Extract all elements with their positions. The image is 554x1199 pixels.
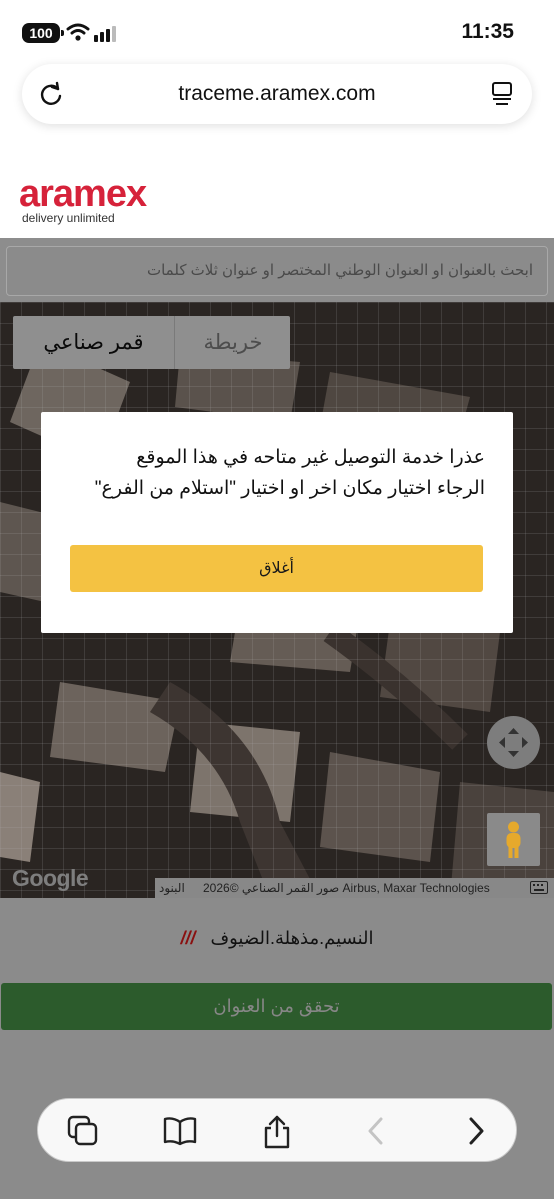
map-attribution: البنود صور القمر الصناعي ©2026 Airbus, M… xyxy=(155,878,554,898)
three-word-address: /// النسيم.مذهلة.الضيوف xyxy=(0,928,554,949)
address-search-input[interactable]: ابحث بالعنوان او العنوان الوطني المختصر … xyxy=(6,246,548,296)
unavailable-dialog: عذرا خدمة التوصيل غير متاحه في هذا الموق… xyxy=(41,412,513,633)
dialog-message-line-2: الرجاء اختيار مكان اخر او اختيار "استلام… xyxy=(94,478,485,499)
move-arrows-icon xyxy=(499,728,528,757)
reader-mode-icon[interactable] xyxy=(490,81,514,107)
browser-toolbar xyxy=(37,1098,517,1162)
pegman-icon xyxy=(506,821,521,858)
imagery-credit: صور القمر الصناعي ©2026 Airbus, Maxar Te… xyxy=(203,881,490,895)
terms-link[interactable]: البنود xyxy=(159,881,185,895)
close-button[interactable]: أغلاق xyxy=(70,545,483,592)
battery-indicator: 100 xyxy=(22,23,64,43)
forward-arrow-icon[interactable] xyxy=(464,1114,488,1148)
screen: 100 11:35 traceme.aramex.com aramex deli xyxy=(0,0,554,1199)
what3words-marker: /// xyxy=(180,928,196,948)
search-placeholder: ابحث بالعنوان او العنوان الوطني المختصر … xyxy=(146,262,533,279)
cellular-signal-icon xyxy=(94,26,116,42)
aramex-logo[interactable]: aramex delivery unlimited xyxy=(19,173,147,225)
dialog-message: عذرا خدمة التوصيل غير متاحه في هذا الموق… xyxy=(55,442,485,504)
verify-address-button[interactable]: تحقق من العنوان xyxy=(1,983,552,1030)
map-view-button[interactable]: خريطة xyxy=(176,316,290,369)
tabs-icon[interactable] xyxy=(66,1114,100,1148)
status-bar: 100 11:35 xyxy=(0,0,554,64)
brand-name: aramex xyxy=(19,173,147,215)
address-bar[interactable]: traceme.aramex.com xyxy=(22,64,532,124)
back-arrow-icon[interactable] xyxy=(364,1114,388,1148)
satellite-view-button[interactable]: قمر صناعي xyxy=(13,316,175,369)
camera-control-button[interactable] xyxy=(487,716,540,769)
bookmarks-icon[interactable] xyxy=(162,1114,198,1148)
share-icon[interactable] xyxy=(261,1114,293,1150)
dialog-message-line-1: عذرا خدمة التوصيل غير متاحه في هذا الموق… xyxy=(136,447,485,468)
map-type-toggle: قمر صناعي خريطة xyxy=(13,316,290,369)
street-view-pegman[interactable] xyxy=(487,813,540,866)
address-words: النسيم.مذهلة.الضيوف xyxy=(210,928,374,948)
clock: 11:35 xyxy=(461,20,514,43)
google-logo: Google xyxy=(12,865,89,891)
wifi-icon xyxy=(66,23,90,41)
url-text[interactable]: traceme.aramex.com xyxy=(22,82,532,106)
keyboard-shortcuts-icon[interactable] xyxy=(530,881,548,894)
search-section: ابحث بالعنوان او العنوان الوطني المختصر … xyxy=(0,238,554,304)
